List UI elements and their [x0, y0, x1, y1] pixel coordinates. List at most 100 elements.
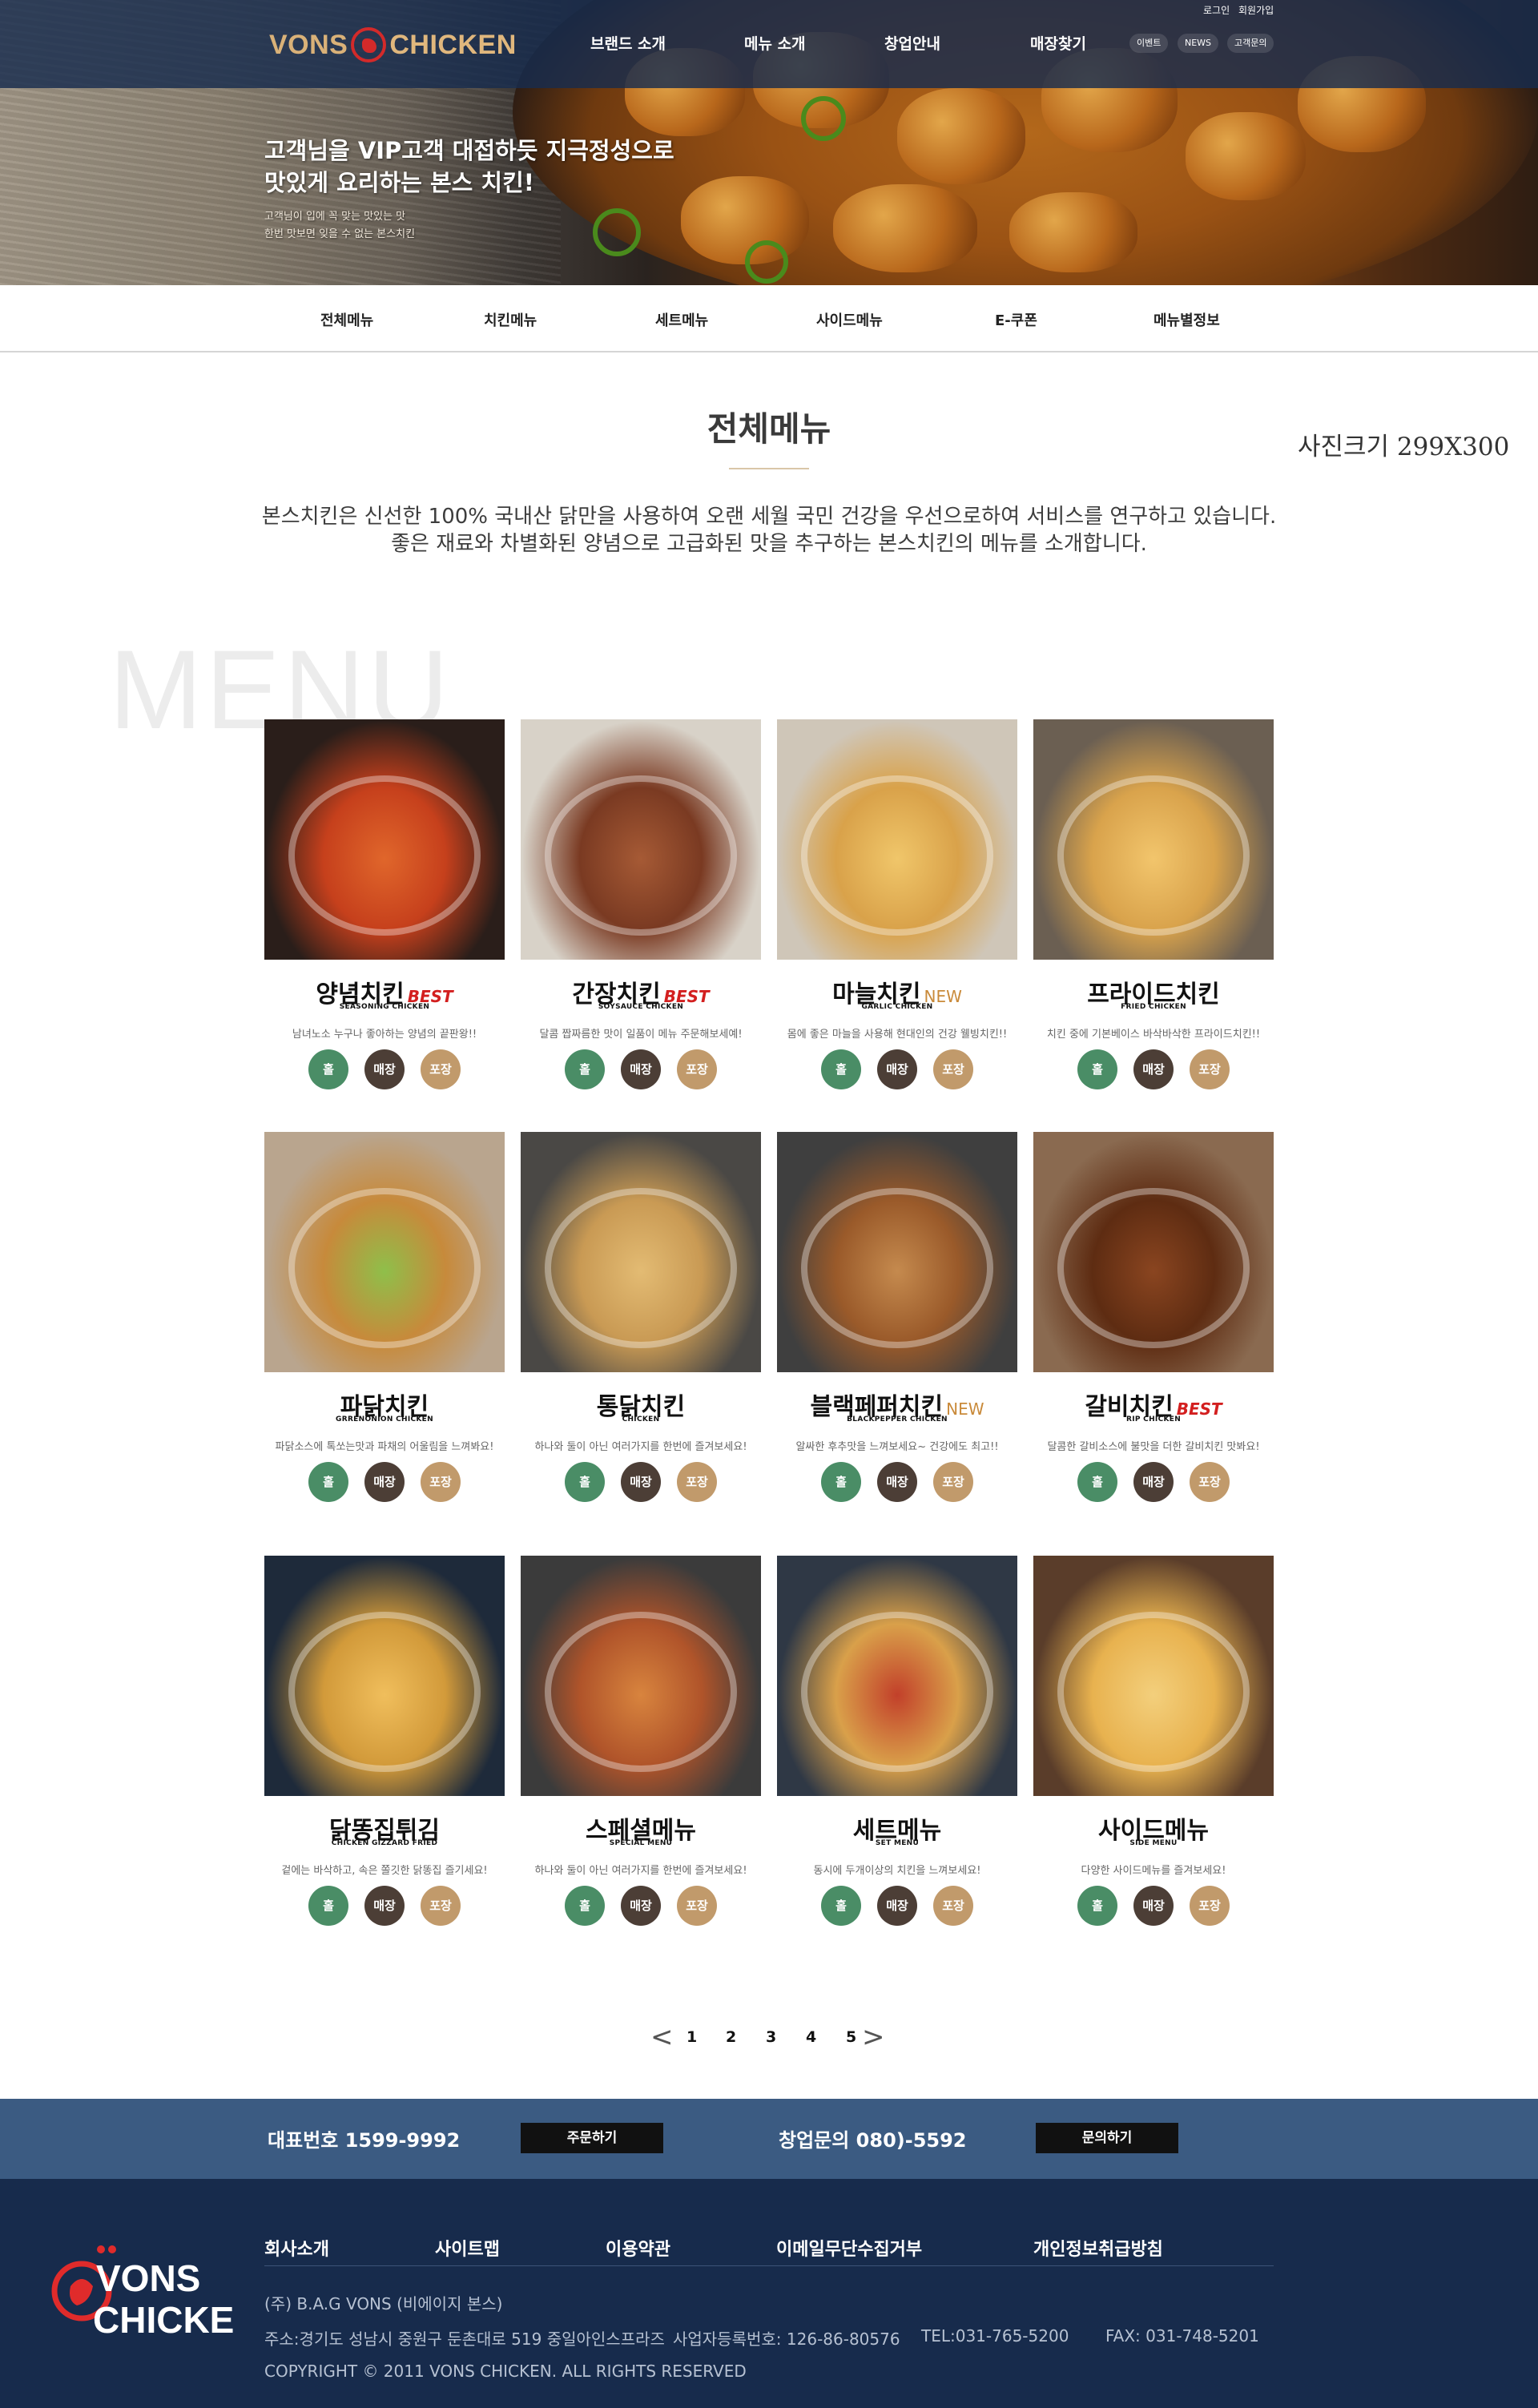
page-link-3[interactable]: 3	[766, 2028, 776, 2046]
site-footer: VONS CHICKEN 회사소개 사이트맵 이용약관 이메일무단수집거부 개인…	[0, 2179, 1538, 2408]
hall-button[interactable]: 홀	[1077, 1462, 1117, 1502]
store-button[interactable]: 매장	[621, 1049, 661, 1089]
menu-english-name: RIP CHICKEN	[1125, 1415, 1182, 1423]
hall-button[interactable]: 홀	[565, 1886, 605, 1926]
takeout-button[interactable]: 포장	[1190, 1886, 1230, 1926]
tab-menu-info[interactable]: 메뉴별정보	[1154, 309, 1220, 330]
menu-card-fried[interactable]: 프라이드치킨 FRIED CHICKEN 치킨 중에 기본베이스 바삭바삭한 프라이…	[1033, 719, 1274, 1096]
news-pill[interactable]: NEWS	[1178, 34, 1219, 53]
store-button[interactable]: 매장	[364, 1886, 405, 1926]
store-button[interactable]: 매장	[621, 1462, 661, 1502]
takeout-button[interactable]: 포장	[1190, 1462, 1230, 1502]
takeout-button[interactable]: 포장	[421, 1462, 461, 1502]
menu-description: 동시에 두개이상의 치킨을 느껴보세요!	[813, 1865, 981, 1877]
next-page-button[interactable]: >	[862, 2023, 885, 2051]
menu-photo[interactable]	[521, 1132, 761, 1372]
hall-button[interactable]: 홀	[308, 1886, 348, 1926]
menu-description: 겉에는 바삭하고, 속은 쫄깃한 닭똥집 즐기세요!	[281, 1865, 488, 1877]
takeout-button[interactable]: 포장	[1190, 1049, 1230, 1089]
footer-link-email-policy[interactable]: 이메일무단수집거부	[776, 2235, 922, 2261]
store-button[interactable]: 매장	[1133, 1049, 1174, 1089]
store-button[interactable]: 매장	[621, 1886, 661, 1926]
tab-e-coupon[interactable]: E-쿠폰	[995, 309, 1037, 330]
hall-button[interactable]: 홀	[565, 1462, 605, 1502]
takeout-button[interactable]: 포장	[677, 1886, 717, 1926]
page-link-2[interactable]: 2	[726, 2028, 736, 2046]
menu-photo[interactable]	[521, 1556, 761, 1796]
hall-button[interactable]: 홀	[1077, 1049, 1117, 1089]
menu-card-garlic[interactable]: 마늘치킨 NEW GARLIC CHICKEN 몸에 좋은 마늘을 사용해 현대인의 …	[777, 719, 1017, 1096]
gnb-franchise[interactable]: 창업안내	[884, 32, 940, 54]
hall-button[interactable]: 홀	[821, 1886, 861, 1926]
footer-link-company[interactable]: 회사소개	[264, 2235, 329, 2261]
tab-set-menu[interactable]: 세트메뉴	[655, 309, 708, 330]
order-type-buttons: 홀 매장 포장	[1077, 1886, 1230, 1926]
gnb-store-finder[interactable]: 매장찾기	[1030, 32, 1086, 54]
menu-photo[interactable]	[1033, 719, 1274, 960]
store-button[interactable]: 매장	[877, 1462, 917, 1502]
prev-page-button[interactable]: <	[650, 2023, 674, 2051]
menu-photo[interactable]	[1033, 1556, 1274, 1796]
takeout-button[interactable]: 포장	[421, 1886, 461, 1926]
chicken-piece	[833, 184, 977, 272]
menu-photo[interactable]	[521, 719, 761, 960]
store-button[interactable]: 매장	[364, 1049, 405, 1089]
takeout-button[interactable]: 포장	[933, 1049, 973, 1089]
hall-button[interactable]: 홀	[1077, 1886, 1117, 1926]
store-button[interactable]: 매장	[364, 1462, 405, 1502]
menu-card-seasoning[interactable]: 양념치킨 BEST SEASONING CHICKEN 남녀노소 누구나 좋아하는 양…	[264, 719, 505, 1096]
takeout-button[interactable]: 포장	[421, 1049, 461, 1089]
footer-link-terms[interactable]: 이용약관	[606, 2235, 670, 2261]
gnb-menu-intro[interactable]: 메뉴 소개	[744, 32, 806, 54]
menu-photo[interactable]	[777, 719, 1017, 960]
menu-photo[interactable]	[264, 719, 505, 960]
hall-button[interactable]: 홀	[308, 1462, 348, 1502]
brand-logo[interactable]: VONS CHICKEN	[269, 27, 517, 62]
menu-card-gizzard[interactable]: 닭똥집튀김 CHICKEN GIZZARD FRIED 겉에는 바삭하고, 속은 쫄…	[264, 1556, 505, 1932]
order-button[interactable]: 주문하기	[521, 2123, 663, 2153]
signup-link[interactable]: 회원가입	[1238, 3, 1274, 17]
store-button[interactable]: 매장	[1133, 1462, 1174, 1502]
hall-button[interactable]: 홀	[565, 1049, 605, 1089]
inquiry-pill[interactable]: 고객문의	[1227, 34, 1274, 53]
tab-side-menu[interactable]: 사이드메뉴	[816, 309, 883, 330]
menu-card-soysauce[interactable]: 간장치킨 BEST SOYSAUCE CHICKEN 달콤 짭짜름한 맛이 일품이 메…	[521, 719, 761, 1096]
login-link[interactable]: 로그인	[1203, 3, 1230, 17]
menu-photo[interactable]	[264, 1132, 505, 1372]
store-button[interactable]: 매장	[877, 1049, 917, 1089]
menu-card-special[interactable]: 스페셜메뉴 SPECIAL MENU 하나와 둘이 아닌 여러가지를 한번에 즐겨보…	[521, 1556, 761, 1932]
hall-button[interactable]: 홀	[308, 1049, 348, 1089]
page-link-1[interactable]: 1	[686, 2028, 697, 2046]
inquiry-button[interactable]: 문의하기	[1036, 2123, 1178, 2153]
menu-photo[interactable]	[264, 1556, 505, 1796]
menu-photo[interactable]	[1033, 1132, 1274, 1372]
hall-button[interactable]: 홀	[821, 1462, 861, 1502]
menu-card-whole[interactable]: 통닭치킨 CHICKEN 하나와 둘이 아닌 여러가지를 한번에 즐겨보세요! 홀 매장…	[521, 1132, 761, 1508]
page-link-5[interactable]: 5	[846, 2028, 856, 2046]
tab-all-menu[interactable]: 전체메뉴	[320, 309, 373, 330]
store-button[interactable]: 매장	[1133, 1886, 1174, 1926]
menu-photo[interactable]	[777, 1556, 1017, 1796]
event-pill[interactable]: 이벤트	[1129, 34, 1169, 53]
menu-card-galbi[interactable]: 갈비치킨 BEST RIP CHICKEN 달콤한 갈비소스에 불맛을 더한 갈비치킨…	[1033, 1132, 1274, 1508]
footer-logo[interactable]: VONS CHICKEN	[43, 2238, 261, 2358]
hall-button[interactable]: 홀	[821, 1049, 861, 1089]
menu-card-set[interactable]: 세트메뉴 SET MENU 동시에 두개이상의 치킨을 느껴보세요! 홀 매장 포장	[777, 1556, 1017, 1932]
takeout-button[interactable]: 포장	[677, 1049, 717, 1089]
store-button[interactable]: 매장	[877, 1886, 917, 1926]
takeout-button[interactable]: 포장	[933, 1886, 973, 1926]
tab-chicken-menu[interactable]: 치킨메뉴	[484, 309, 537, 330]
menu-card-side[interactable]: 사이드메뉴 SIDE MENU 다양한 사이드메뉴를 즐겨보세요! 홀 매장 포장	[1033, 1556, 1274, 1932]
menu-card-blackpepper[interactable]: 블랙페퍼치킨 NEW BLACKPEPPER CHICKEN 알싸한 후추맛을 느껴보…	[777, 1132, 1017, 1508]
takeout-button[interactable]: 포장	[933, 1462, 973, 1502]
menu-card-greenonion[interactable]: 파닭치킨 GRRENONION CHICKEN 파닭소스에 톡쏘는맛과 파채의 어울…	[264, 1132, 505, 1508]
gnb-brand-intro[interactable]: 브랜드 소개	[590, 32, 666, 54]
menu-description: 다양한 사이드메뉴를 즐겨보세요!	[1081, 1865, 1226, 1877]
takeout-button[interactable]: 포장	[677, 1462, 717, 1502]
page-link-4[interactable]: 4	[806, 2028, 816, 2046]
menu-photo[interactable]	[777, 1132, 1017, 1372]
footer-link-privacy[interactable]: 개인정보취급방침	[1033, 2235, 1163, 2261]
logo-text-vons: VONS	[269, 29, 348, 60]
footer-link-sitemap[interactable]: 사이트맵	[435, 2235, 500, 2261]
footer-logo-chicken: CHICKEN	[93, 2299, 236, 2341]
